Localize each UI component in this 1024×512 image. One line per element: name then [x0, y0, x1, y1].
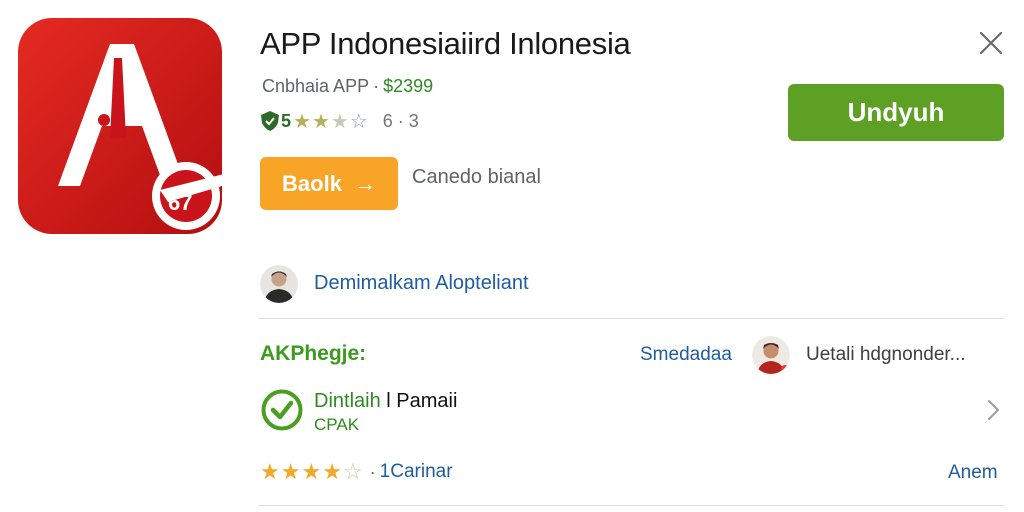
app-title: APP Indonesiaiird Inlonesia	[260, 26, 631, 61]
bottom-rating-count[interactable]: 1Carinar	[380, 461, 453, 483]
shield-icon	[261, 111, 279, 131]
divider	[258, 505, 1004, 506]
list-item-title-part1: Dintlaih	[314, 390, 381, 412]
secondary-button[interactable]: Baolk →	[260, 157, 398, 210]
list-item-title-part2: l Pamaii	[386, 390, 458, 412]
secondary-button-label: Baolk	[282, 170, 342, 196]
bottom-link[interactable]: Anem	[948, 462, 998, 484]
rating-value: 5	[281, 110, 292, 131]
chevron-right-icon[interactable]	[984, 398, 1002, 422]
app-category: Cnbhaia APP	[262, 76, 370, 96]
star-outline-icon: ☆	[349, 110, 369, 133]
star-icon: ★	[322, 459, 343, 484]
subtitle-separator: ·	[373, 76, 380, 96]
check-circle-icon	[261, 389, 303, 431]
star-icon: ★	[280, 459, 302, 484]
bottom-rating-row: ★★★★☆ · 1Carinar	[260, 458, 453, 486]
section-label: AKPhegje:	[260, 342, 367, 365]
bottom-star-rating: ★★★★☆	[260, 459, 364, 485]
arrow-right-icon: →	[353, 170, 376, 196]
star-rating: ★★★☆	[293, 109, 369, 134]
app-subtitle: Cnbhaia APP · $2399	[262, 76, 433, 97]
side-info-text: Canedo bianal	[412, 166, 541, 188]
divider	[258, 318, 1004, 319]
review-count: 6 · 3	[382, 110, 419, 131]
star-icon: ★	[260, 459, 281, 484]
rating-row: 5 ★★★☆ 6 · 3	[260, 108, 419, 134]
star-icon: ★	[311, 110, 331, 133]
section-link[interactable]: Smedadaa	[640, 344, 732, 366]
developer-avatar[interactable]	[260, 265, 298, 303]
svg-text:67: 67	[168, 190, 192, 215]
install-button[interactable]: Undyuh	[788, 84, 1004, 141]
star-icon: ★	[301, 459, 323, 484]
star-half-icon: ☆	[342, 459, 364, 484]
app-price: $2399	[383, 76, 434, 96]
list-item-subtitle: CPAK	[314, 415, 360, 434]
star-icon: ★	[330, 110, 350, 133]
list-item-title[interactable]: Dintlaih l Pamaii	[314, 390, 457, 413]
star-icon: ★	[293, 110, 312, 133]
user-avatar[interactable]	[752, 336, 790, 374]
developer-name[interactable]: Demimalkam Alopteliant	[314, 272, 529, 295]
close-icon[interactable]	[976, 28, 1006, 58]
app-logo-icon: 67	[18, 18, 224, 234]
bottom-separator: ·	[369, 461, 376, 482]
user-description: Uetali hdgnonder...	[806, 344, 966, 365]
